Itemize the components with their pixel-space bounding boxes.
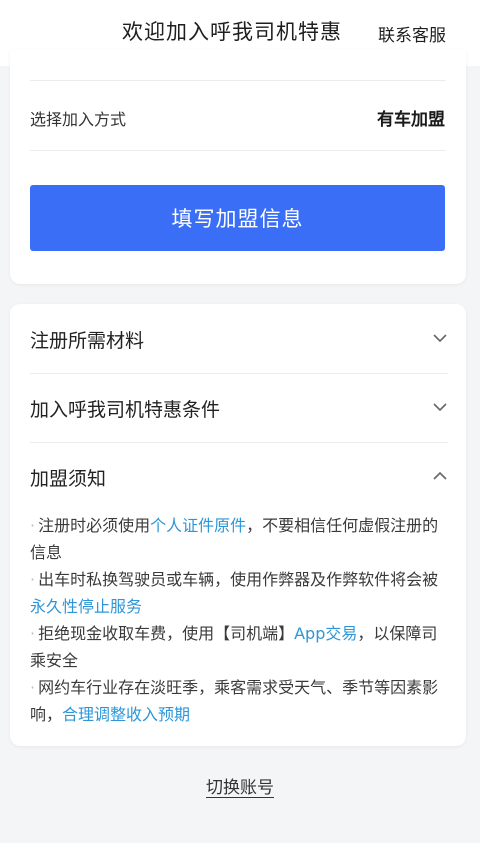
note-highlight: 合理调整收入预期 <box>62 705 191 724</box>
contact-service-link[interactable]: 联系客服 <box>378 21 446 46</box>
list-item: · 注册时必须使用个人证件原件，不要相信任何虚假注册的信息 <box>30 512 448 566</box>
bullet: · <box>30 570 36 589</box>
note-highlight: 个人证件原件 <box>150 516 247 535</box>
chevron-up-icon <box>433 471 447 480</box>
note-text: 注册时必须使用 <box>38 516 151 535</box>
chevron-down-icon <box>433 334 447 343</box>
join-method-label: 选择加入方式 <box>30 110 127 129</box>
accordion-item-notice[interactable]: 加盟须知 <box>30 446 448 506</box>
join-card: 选择加入方式 有车加盟 填写加盟信息 <box>10 50 466 284</box>
bullet: · <box>30 516 36 535</box>
list-item: · 拒绝现金收取车费，使用【司机端】App交易，以保障司乘安全 <box>30 620 448 674</box>
switch-account-container: 切换账号 <box>0 773 480 798</box>
note-text: 出车时私换驾驶员或车辆，使用作弊器及作弊软件将会被 <box>38 570 439 589</box>
note-highlight: App交易 <box>294 624 358 643</box>
list-item: · 网约车行业存在淡旺季，乘客需求受天气、季节等因素影响，合理调整收入预期 <box>30 674 448 728</box>
divider <box>30 373 448 374</box>
switch-account-link[interactable]: 切换账号 <box>206 778 274 798</box>
accordion-item-label: 加入呼我司机特惠条件 <box>30 399 221 421</box>
accordion-item-materials[interactable]: 注册所需材料 <box>30 308 448 368</box>
note-highlight: 永久性停止服务 <box>30 597 143 616</box>
info-accordion-card: 注册所需材料 加入呼我司机特惠条件 加盟须知 · 注册时必须使用个人证件原件，不要… <box>10 304 466 746</box>
accordion-item-label: 加盟须知 <box>30 468 107 490</box>
list-item: · 出车时私换驾驶员或车辆，使用作弊器及作弊软件将会被永久性停止服务 <box>30 566 448 620</box>
divider <box>30 80 446 81</box>
fill-join-info-button[interactable]: 填写加盟信息 <box>30 185 445 251</box>
notice-list: · 注册时必须使用个人证件原件，不要相信任何虚假注册的信息 · 出车时私换驾驶员或车… <box>30 512 448 728</box>
bullet: · <box>30 624 36 643</box>
accordion-item-conditions[interactable]: 加入呼我司机特惠条件 <box>30 377 448 437</box>
join-method-value[interactable]: 有车加盟 <box>377 105 445 130</box>
divider <box>30 150 446 151</box>
divider <box>30 442 448 443</box>
note-text: 拒绝现金收取车费，使用【司机端】 <box>38 624 295 643</box>
bullet: · <box>30 678 36 697</box>
chevron-down-icon <box>433 403 447 412</box>
accordion-item-label: 注册所需材料 <box>30 330 145 352</box>
page-title: 欢迎加入呼我司机特惠 <box>122 20 342 44</box>
